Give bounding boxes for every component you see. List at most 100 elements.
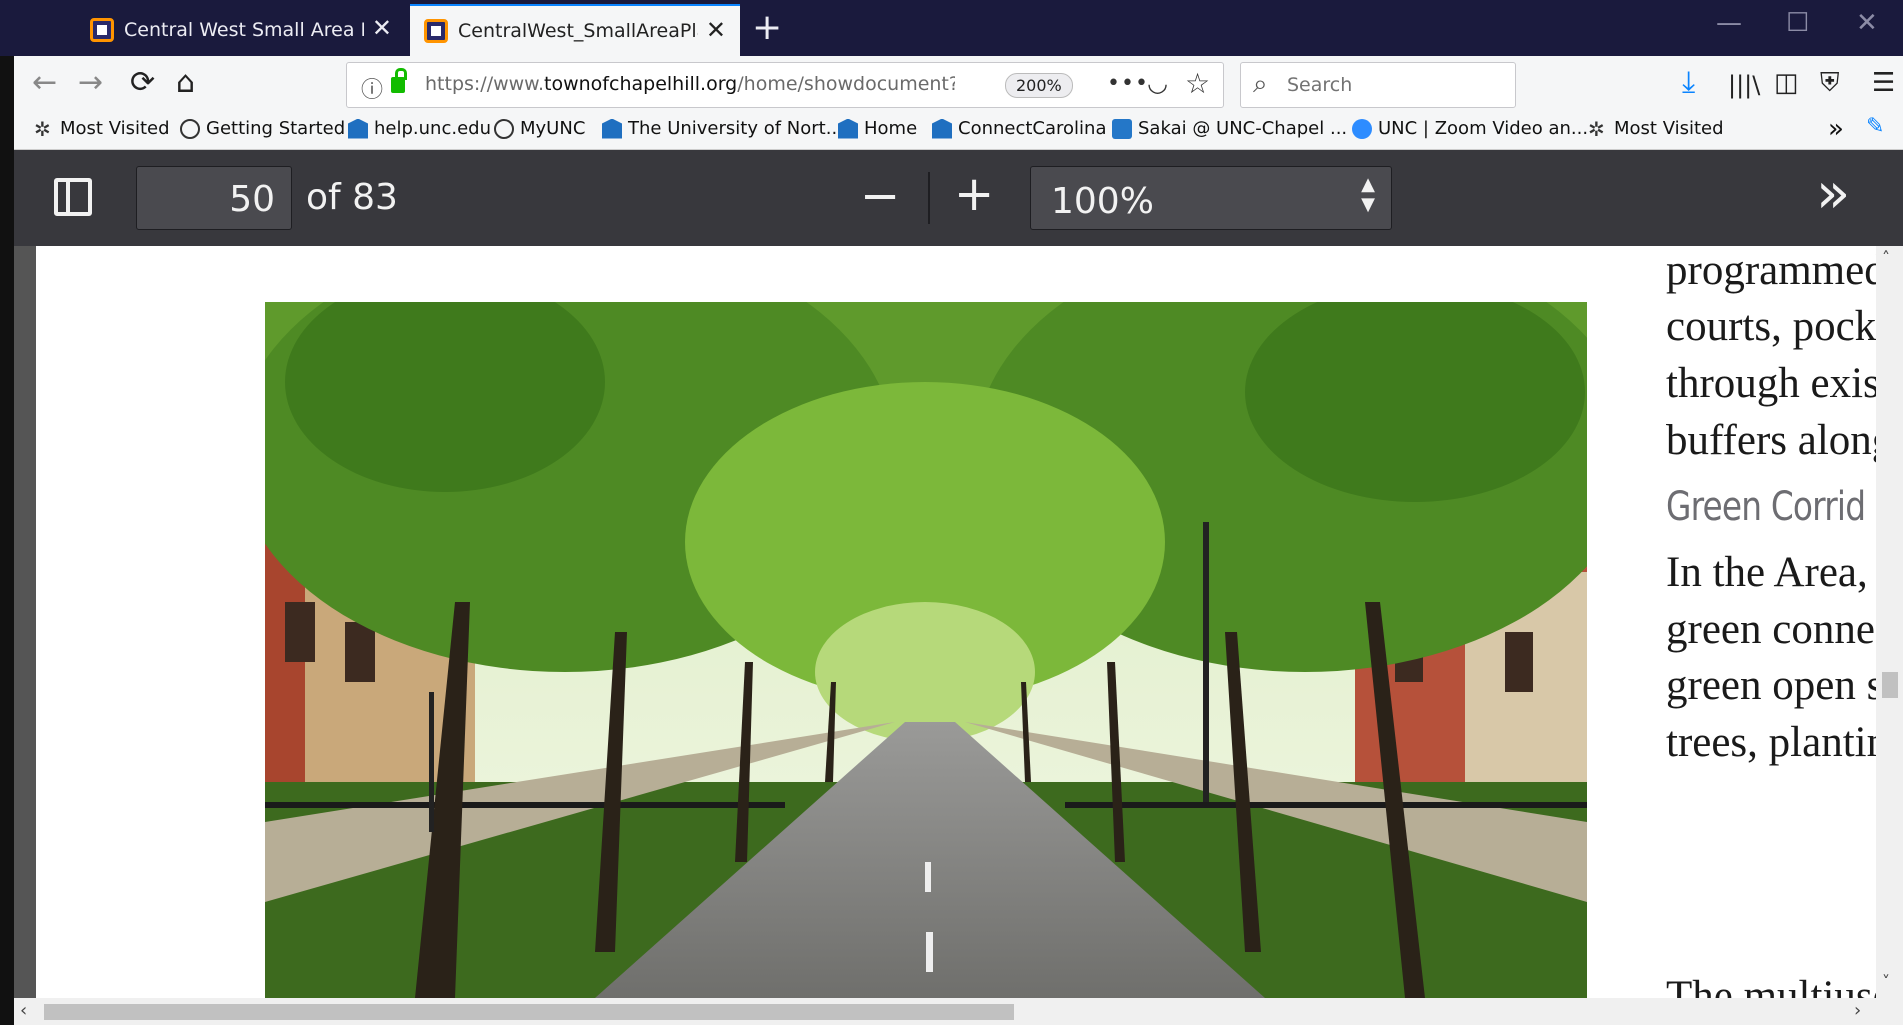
vertical-scrollbar[interactable]: ˄ ˅ bbox=[1876, 246, 1903, 998]
bookmarks-toolbar: ✲ Most Visited Getting Started help.unc.e… bbox=[14, 112, 1903, 150]
scroll-left-arrow-icon[interactable]: ‹ bbox=[20, 1000, 27, 1021]
reload-icon[interactable]: ⟳ bbox=[130, 68, 155, 98]
horizontal-scroll-thumb[interactable] bbox=[44, 1004, 1014, 1020]
folder-icon bbox=[602, 118, 622, 139]
pdf-viewer[interactable]: programmed courts, pocke through exist b… bbox=[14, 246, 1876, 998]
bookmark-getting-started[interactable]: Getting Started bbox=[180, 118, 345, 139]
gear-icon: ✲ bbox=[1588, 116, 1605, 141]
bookmark-label: Sakai @ UNC-Chapel ... bbox=[1138, 118, 1348, 139]
tab-strip: Central West Small Area Plan | T ✕ Centr… bbox=[0, 0, 1903, 56]
select-arrows-icon: ▲ ▼ bbox=[1361, 174, 1375, 215]
pdf-toolbar: 50 of 83 − + 100% ▲ ▼ » bbox=[14, 150, 1903, 246]
document-favicon-icon bbox=[424, 19, 448, 43]
tree-lined-street-photo bbox=[265, 302, 1587, 998]
bookmark-myunc[interactable]: MyUNC bbox=[494, 118, 585, 139]
tab-pdf-document[interactable]: CentralWest_SmallAreaPlan_20 ✕ bbox=[410, 4, 740, 56]
folder-icon bbox=[348, 118, 368, 139]
downloads-icon[interactable]: ⤓ bbox=[1682, 68, 1695, 98]
page-count: of 83 bbox=[306, 177, 398, 218]
page-number-value: 50 bbox=[229, 179, 275, 220]
document-text-line: through exist bbox=[1666, 360, 1876, 407]
tab-title: CentralWest_SmallAreaPlan_20 bbox=[458, 20, 698, 42]
url-host: townofchapelhill.org bbox=[544, 73, 738, 95]
tab-central-west-plan[interactable]: Central West Small Area Plan | T ✕ bbox=[76, 4, 406, 56]
bookmark-label: UNC | Zoom Video an... bbox=[1378, 118, 1589, 139]
home-icon[interactable]: ⌂ bbox=[176, 68, 195, 98]
zoom-out-button[interactable]: − bbox=[860, 172, 900, 220]
document-text-line: green open sp bbox=[1666, 662, 1876, 709]
bookmark-label: Most Visited bbox=[60, 118, 170, 139]
bookmark-star-icon[interactable]: ☆ bbox=[1185, 67, 1210, 100]
pocket-icon[interactable]: ◡ bbox=[1147, 69, 1168, 97]
tools-overflow-icon[interactable]: » bbox=[1816, 166, 1850, 222]
bookmark-label: The University of Nort... bbox=[628, 118, 843, 139]
page-number-input[interactable]: 50 bbox=[136, 166, 292, 230]
globe-icon bbox=[180, 118, 200, 139]
bookmark-label: ConnectCarolina bbox=[958, 118, 1107, 139]
scroll-down-arrow-icon[interactable]: ˅ bbox=[1882, 972, 1890, 991]
new-tab-button[interactable]: + bbox=[752, 10, 782, 46]
bookmark-connectcarolina[interactable]: ConnectCarolina bbox=[932, 118, 1106, 139]
search-box[interactable]: ⌕ Search bbox=[1240, 62, 1516, 108]
horizontal-scrollbar[interactable]: ‹ › bbox=[14, 998, 1876, 1025]
url-bar[interactable]: ⓘ https://www.townofchapelhill.org/home/… bbox=[346, 62, 1224, 108]
forward-arrow-icon[interactable]: → bbox=[78, 68, 103, 98]
tab-title: Central West Small Area Plan | T bbox=[124, 19, 364, 41]
url-prefix: https://www. bbox=[425, 73, 545, 95]
zoom-in-button[interactable]: + bbox=[954, 170, 994, 218]
scroll-up-arrow-icon[interactable]: ˄ bbox=[1882, 248, 1890, 267]
bookmark-label: help.unc.edu bbox=[374, 118, 491, 139]
bookmark-university[interactable]: The University of Nort... bbox=[602, 118, 843, 139]
page-actions-icon[interactable]: ••• bbox=[1107, 71, 1149, 96]
document-text-line: In the Area, bbox=[1666, 549, 1868, 596]
bookmark-label: Most Visited bbox=[1614, 118, 1724, 139]
document-favicon-icon bbox=[90, 18, 114, 42]
toolbar-separator bbox=[928, 172, 930, 224]
close-window-button[interactable]: ✕ bbox=[1856, 10, 1878, 36]
zoom-icon bbox=[1352, 118, 1372, 139]
bookmark-label: MyUNC bbox=[520, 118, 586, 139]
url-text[interactable]: https://www.townofchapelhill.org/home/sh… bbox=[425, 73, 955, 95]
bookmarks-overflow-icon[interactable]: » bbox=[1828, 114, 1844, 144]
document-text-line: The multiuse bbox=[1666, 973, 1876, 998]
search-icon: ⌕ bbox=[1253, 69, 1268, 99]
zoom-select-value: 100% bbox=[1051, 181, 1154, 222]
bookmark-label: Getting Started bbox=[206, 118, 346, 139]
gear-icon: ✲ bbox=[34, 116, 51, 141]
document-text-line: trees, planting bbox=[1666, 719, 1876, 766]
zoom-badge[interactable]: 200% bbox=[1005, 73, 1073, 98]
folder-icon bbox=[838, 118, 858, 139]
shield-icon[interactable]: ⛨ bbox=[1820, 68, 1840, 98]
document-text-line: courts, pocke bbox=[1666, 303, 1876, 350]
lock-shackle-icon bbox=[395, 68, 407, 80]
sakai-icon bbox=[1112, 118, 1132, 139]
info-icon[interactable]: ⓘ bbox=[361, 72, 383, 104]
bookmark-help-unc[interactable]: help.unc.edu bbox=[348, 118, 491, 139]
maximize-button[interactable]: ☐ bbox=[1786, 10, 1809, 36]
minimize-button[interactable]: — bbox=[1716, 10, 1742, 36]
back-arrow-icon[interactable]: ← bbox=[32, 68, 57, 98]
notes-icon[interactable]: ✎ bbox=[1866, 114, 1884, 139]
bookmark-most-visited[interactable]: ✲ Most Visited bbox=[34, 118, 170, 139]
bookmark-home[interactable]: Home bbox=[838, 118, 917, 139]
folder-icon bbox=[932, 118, 952, 139]
library-icon[interactable]: |||\ bbox=[1728, 70, 1760, 100]
globe-icon bbox=[494, 118, 514, 139]
scrollbar-corner bbox=[1876, 998, 1903, 1025]
bookmark-sakai[interactable]: Sakai @ UNC-Chapel ... bbox=[1112, 118, 1347, 139]
scroll-right-arrow-icon[interactable]: › bbox=[1854, 1000, 1861, 1021]
bookmark-most-visited-2[interactable]: ✲ Most Visited bbox=[1588, 118, 1724, 139]
bookmark-zoom[interactable]: UNC | Zoom Video an... bbox=[1352, 118, 1588, 139]
search-placeholder: Search bbox=[1287, 74, 1353, 96]
section-heading: Green Corrid bbox=[1666, 484, 1866, 530]
document-text-line: green connec bbox=[1666, 606, 1876, 653]
close-icon[interactable]: ✕ bbox=[706, 18, 726, 42]
zoom-select[interactable]: 100% ▲ ▼ bbox=[1030, 166, 1392, 230]
vertical-scroll-thumb[interactable] bbox=[1882, 672, 1898, 698]
sidebar-toggle-icon[interactable] bbox=[54, 178, 92, 216]
close-icon[interactable]: ✕ bbox=[372, 16, 392, 40]
bookmark-label: Home bbox=[864, 118, 918, 139]
menu-icon[interactable]: ☰ bbox=[1872, 68, 1895, 98]
url-path: /home/showdocument?i bbox=[737, 73, 955, 95]
sidebar-icon[interactable]: ◫ bbox=[1774, 68, 1799, 98]
